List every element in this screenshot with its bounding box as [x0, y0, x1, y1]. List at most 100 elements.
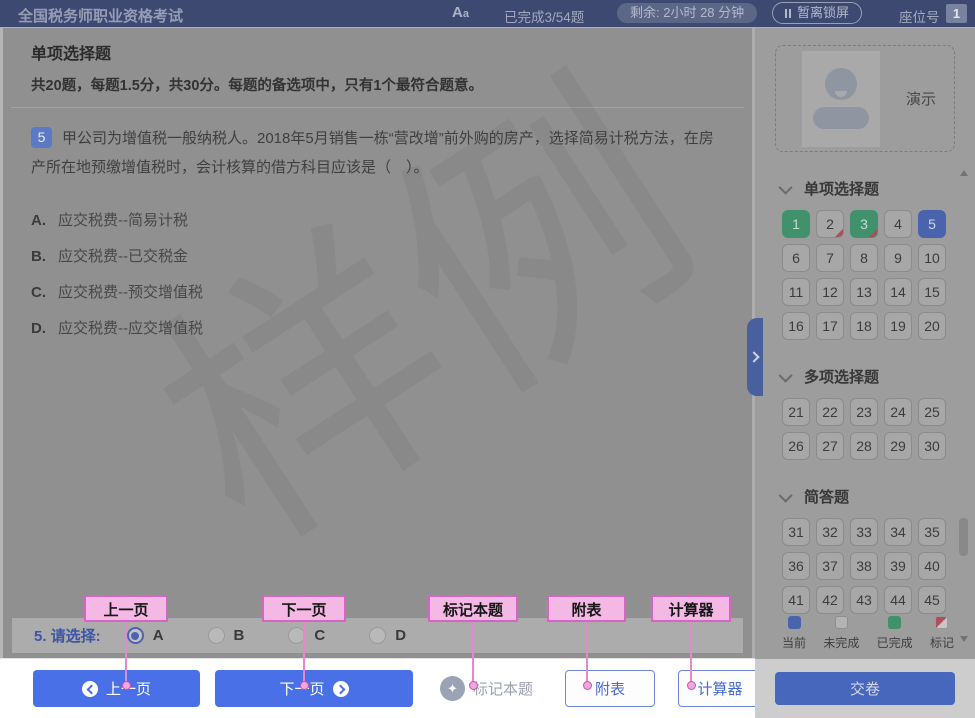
question-tile-32[interactable]: 32	[816, 518, 844, 546]
answer-radio-b[interactable]: B	[207, 627, 244, 644]
question-tile-16[interactable]: 16	[782, 312, 810, 340]
sidebar-collapse-tab[interactable]	[747, 318, 763, 396]
question-tile-27[interactable]: 27	[816, 432, 844, 460]
prev-page-button[interactable]: 上一页	[33, 670, 200, 707]
question-number-badge: 5	[31, 127, 52, 148]
question-tile-11[interactable]: 11	[782, 278, 810, 306]
bottom-toolbar: 上一页 下一页 ✦ 标记本题 附表 计算器	[0, 659, 762, 718]
section-title: 单项选择题	[804, 181, 880, 198]
question-tile-42[interactable]: 42	[816, 586, 844, 614]
chevron-right-circle-icon	[332, 680, 349, 697]
calculator-button[interactable]: 计算器	[678, 670, 762, 707]
question-tile-13[interactable]: 13	[850, 278, 878, 306]
section-header[interactable]: 多项选择题	[778, 366, 975, 387]
mark-star-icon: ✦	[440, 676, 465, 701]
question-tile-23[interactable]: 23	[850, 398, 878, 426]
question-tile-8[interactable]: 8	[850, 244, 878, 272]
answer-radio-d[interactable]: D	[369, 627, 406, 644]
answer-strip: 5. 请选择: A B C D	[12, 618, 743, 653]
legend-done-icon	[888, 616, 902, 629]
question-tile-19[interactable]: 19	[884, 312, 912, 340]
camera-preview-box: 演示	[775, 45, 955, 152]
question-tile-43[interactable]: 43	[850, 586, 878, 614]
sidebar-scrollbar[interactable]	[959, 170, 969, 642]
question-tile-2[interactable]: 2	[816, 210, 844, 238]
question-tile-7[interactable]: 7	[816, 244, 844, 272]
option-c[interactable]: C. 应交税费--预交增值税	[31, 281, 752, 302]
chevron-down-icon	[778, 488, 793, 503]
question-tile-18[interactable]: 18	[850, 312, 878, 340]
question-tile-3[interactable]: 3	[850, 210, 878, 238]
section-description: 共20题，每题1.5分，共30分。每题的备选项中，只有1个最符合题意。	[31, 78, 483, 94]
nav-section-2: 多项选择题 21 22 23 24 25 26 27 28 29 30	[755, 366, 975, 460]
scroll-up-icon[interactable]	[960, 170, 968, 176]
question-tile-41[interactable]: 41	[782, 586, 810, 614]
question-tile-25[interactable]: 25	[918, 398, 946, 426]
question-tile-37[interactable]: 37	[816, 552, 844, 580]
chevron-right-icon	[747, 351, 760, 363]
section-header[interactable]: 简答题	[778, 486, 975, 507]
nav-section-1: 单项选择题 1 2 3 4 5 6 7 8 9 10 11 12 13 14 15 16 17 18 19 20	[755, 178, 975, 340]
question-tile-15[interactable]: 15	[918, 278, 946, 306]
nav-section-3: 简答题 31 32 33 34 35 36 37 38 39 40 41 42 43 44 45	[755, 486, 975, 614]
question-tile-40[interactable]: 40	[918, 552, 946, 580]
chevron-down-icon	[778, 368, 793, 383]
question-block: 5 甲公司为增值税一般纳税人。2018年5月销售一栋“营改增”前外购的房产，选择简…	[3, 108, 752, 183]
pause-lock-button[interactable]: 暂离锁屏	[772, 2, 863, 24]
legend-label: 当前	[782, 636, 807, 650]
question-tile-12[interactable]: 12	[816, 278, 844, 306]
option-a[interactable]: A. 应交税费--简易计税	[31, 209, 752, 230]
submit-paper-button[interactable]: 交卷	[775, 672, 955, 705]
question-tile-1[interactable]: 1	[782, 210, 810, 238]
question-tile-36[interactable]: 36	[782, 552, 810, 580]
question-tile-10[interactable]: 10	[918, 244, 946, 272]
answer-radio-a[interactable]: A	[126, 627, 164, 644]
question-tile-21[interactable]: 21	[782, 398, 810, 426]
question-tile-9[interactable]: 9	[884, 244, 912, 272]
question-tile-grid: 31 32 33 34 35 36 37 38 39 40 41 42 43 44 45	[782, 518, 948, 614]
answer-radio-c[interactable]: C	[288, 627, 325, 644]
legend-label: 未完成	[823, 636, 860, 650]
question-tile-39[interactable]: 39	[884, 552, 912, 580]
question-tile-20[interactable]: 20	[918, 312, 946, 340]
question-tile-6[interactable]: 6	[782, 244, 810, 272]
section-header[interactable]: 单项选择题	[778, 178, 975, 199]
legend-item-marked: 标记	[930, 616, 954, 651]
question-tile-24[interactable]: 24	[884, 398, 912, 426]
legend-todo-icon	[834, 616, 848, 629]
section-title: 简答题	[804, 489, 850, 506]
section-head: 单项选择题 共20题，每题1.5分，共30分。每题的备选项中，只有1个最符合题意…	[3, 28, 752, 95]
question-tile-22[interactable]: 22	[816, 398, 844, 426]
question-tile-38[interactable]: 38	[850, 552, 878, 580]
option-d[interactable]: D. 应交税费--应交增值税	[31, 317, 752, 338]
mark-question-button[interactable]: ✦ 标记本题	[440, 676, 533, 701]
section-title: 多项选择题	[804, 369, 880, 386]
time-remaining-badge: 剩余: 2小时 28 分钟	[617, 3, 758, 23]
question-tile-45[interactable]: 45	[918, 586, 946, 614]
question-tile-5[interactable]: 5	[918, 210, 946, 238]
question-tile-14[interactable]: 14	[884, 278, 912, 306]
answer-strip-label: 5. 请选择:	[34, 628, 101, 645]
question-tile-31[interactable]: 31	[782, 518, 810, 546]
question-tile-17[interactable]: 17	[816, 312, 844, 340]
appendix-button[interactable]: 附表	[565, 670, 655, 707]
question-tile-4[interactable]: 4	[884, 210, 912, 238]
question-tile-30[interactable]: 30	[918, 432, 946, 460]
option-b[interactable]: B. 应交税费--已交税金	[31, 245, 752, 266]
question-tile-26[interactable]: 26	[782, 432, 810, 460]
legend-current-icon	[787, 616, 801, 629]
chevron-left-circle-icon	[81, 680, 98, 697]
radio-icon	[369, 627, 387, 644]
font-size-icon[interactable]: Aa	[452, 4, 469, 21]
options-list: A. 应交税费--简易计税 B. 应交税费--已交税金 C. 应交税费--预交增值税 …	[3, 209, 752, 338]
question-tile-grid: 21 22 23 24 25 26 27 28 29 30	[782, 398, 948, 460]
scrollbar-thumb[interactable]	[959, 518, 968, 556]
question-tile-33[interactable]: 33	[850, 518, 878, 546]
next-page-button[interactable]: 下一页	[215, 670, 413, 707]
question-tile-44[interactable]: 44	[884, 586, 912, 614]
question-tile-34[interactable]: 34	[884, 518, 912, 546]
question-tile-28[interactable]: 28	[850, 432, 878, 460]
question-tile-35[interactable]: 35	[918, 518, 946, 546]
scroll-down-icon[interactable]	[960, 636, 968, 642]
question-tile-29[interactable]: 29	[884, 432, 912, 460]
